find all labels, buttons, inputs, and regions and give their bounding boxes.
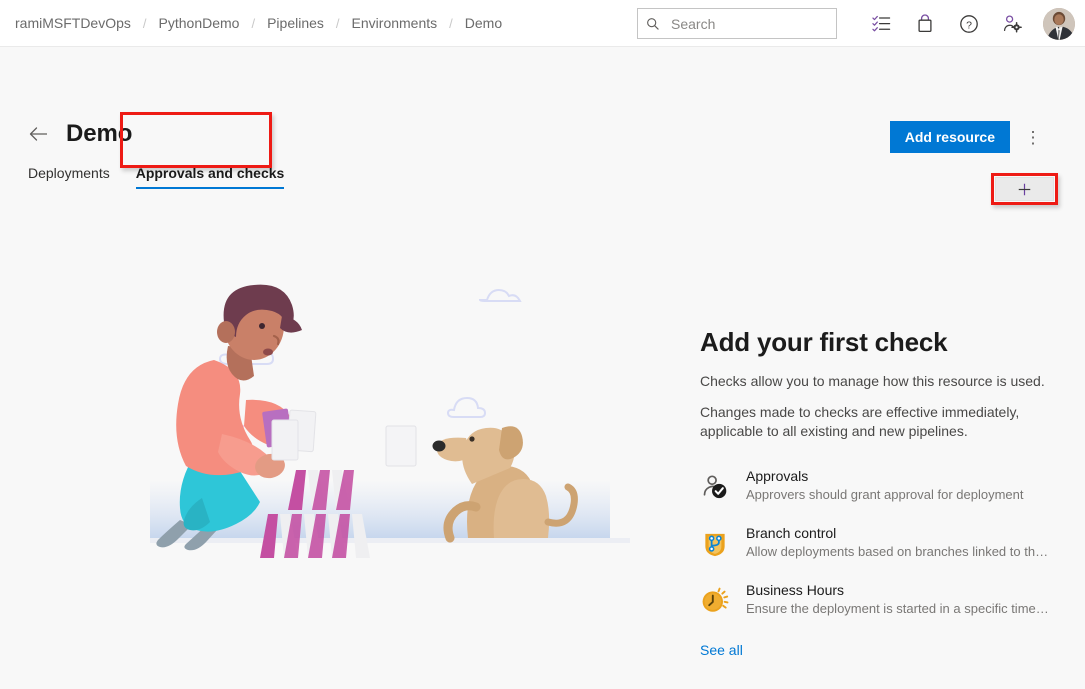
business-hours-clock-icon	[700, 586, 730, 616]
user-settings-icon[interactable]	[998, 9, 1028, 39]
check-type-branch-control-description: Allow deployments based on branches link…	[746, 544, 1050, 559]
tab-deployments[interactable]: Deployments	[28, 165, 136, 191]
search-icon	[646, 17, 660, 31]
check-type-list: Approvals Approvers should grant approva…	[700, 468, 1050, 616]
top-nav-actions: ?	[637, 0, 1075, 47]
person-building-card-house-with-dog-illustration	[150, 270, 630, 560]
breadcrumb: ramiMSFTDevOps / PythonDemo / Pipelines …	[12, 13, 505, 33]
check-type-approvals[interactable]: Approvals Approvers should grant approva…	[700, 468, 1050, 502]
check-type-business-hours-name: Business Hours	[746, 582, 1050, 598]
breadcrumb-item-project[interactable]: PythonDemo	[156, 13, 243, 33]
breadcrumb-item-environments[interactable]: Environments	[349, 13, 441, 33]
breadcrumb-item-pipelines[interactable]: Pipelines	[264, 13, 327, 33]
tab-approvals-and-checks-label: Approvals and checks	[136, 165, 285, 181]
search-box[interactable]	[637, 8, 837, 39]
back-arrow-icon[interactable]	[28, 123, 50, 145]
approvals-person-check-icon	[700, 472, 730, 502]
check-type-approvals-description: Approvers should grant approval for depl…	[746, 487, 1050, 502]
breadcrumb-separator: /	[251, 16, 255, 31]
check-type-branch-control-name: Branch control	[746, 525, 1050, 541]
page-title: Demo	[66, 120, 132, 148]
page-header: Demo Add resource ⋮ Deployments Approval…	[0, 47, 1085, 162]
top-navigation-bar: ramiMSFTDevOps / PythonDemo / Pipelines …	[0, 0, 1085, 47]
empty-state-paragraph-1: Checks allow you to manage how this reso…	[700, 372, 1045, 391]
check-type-branch-control[interactable]: Branch control Allow deployments based o…	[700, 525, 1050, 559]
breadcrumb-separator: /	[336, 16, 340, 31]
empty-state-panel: Add your first check Checks allow you to…	[700, 327, 1050, 660]
avatar[interactable]	[1043, 8, 1075, 40]
tab-selected-underline	[136, 187, 285, 189]
search-input[interactable]	[669, 15, 828, 33]
add-resource-button[interactable]: Add resource	[890, 121, 1010, 153]
breadcrumb-item-organization[interactable]: ramiMSFTDevOps	[12, 13, 134, 33]
check-type-business-hours[interactable]: Business Hours Ensure the deployment is …	[700, 582, 1050, 616]
help-circle-icon[interactable]: ?	[954, 9, 984, 39]
tab-strip: Deployments Approvals and checks	[28, 165, 298, 191]
breadcrumb-separator: /	[143, 16, 147, 31]
breadcrumb-item-demo[interactable]: Demo	[462, 13, 505, 33]
more-options-icon[interactable]: ⋮	[1019, 123, 1047, 151]
see-all-link[interactable]: See all	[700, 642, 743, 658]
marketplace-bag-icon[interactable]	[910, 9, 940, 39]
empty-state-title: Add your first check	[700, 327, 1050, 358]
empty-state-paragraph-2: Changes made to checks are effective imm…	[700, 403, 1045, 441]
add-check-button[interactable]	[995, 177, 1054, 201]
plus-icon	[1018, 183, 1031, 196]
check-type-approvals-name: Approvals	[746, 468, 1050, 484]
tab-approvals-and-checks[interactable]: Approvals and checks	[136, 165, 299, 191]
branch-control-shield-icon	[700, 529, 730, 559]
breadcrumb-separator: /	[449, 16, 453, 31]
tab-deployments-label: Deployments	[28, 165, 110, 181]
tasks-icon[interactable]	[866, 9, 896, 39]
svg-text:?: ?	[966, 19, 972, 31]
check-type-business-hours-description: Ensure the deployment is started in a sp…	[746, 601, 1050, 616]
